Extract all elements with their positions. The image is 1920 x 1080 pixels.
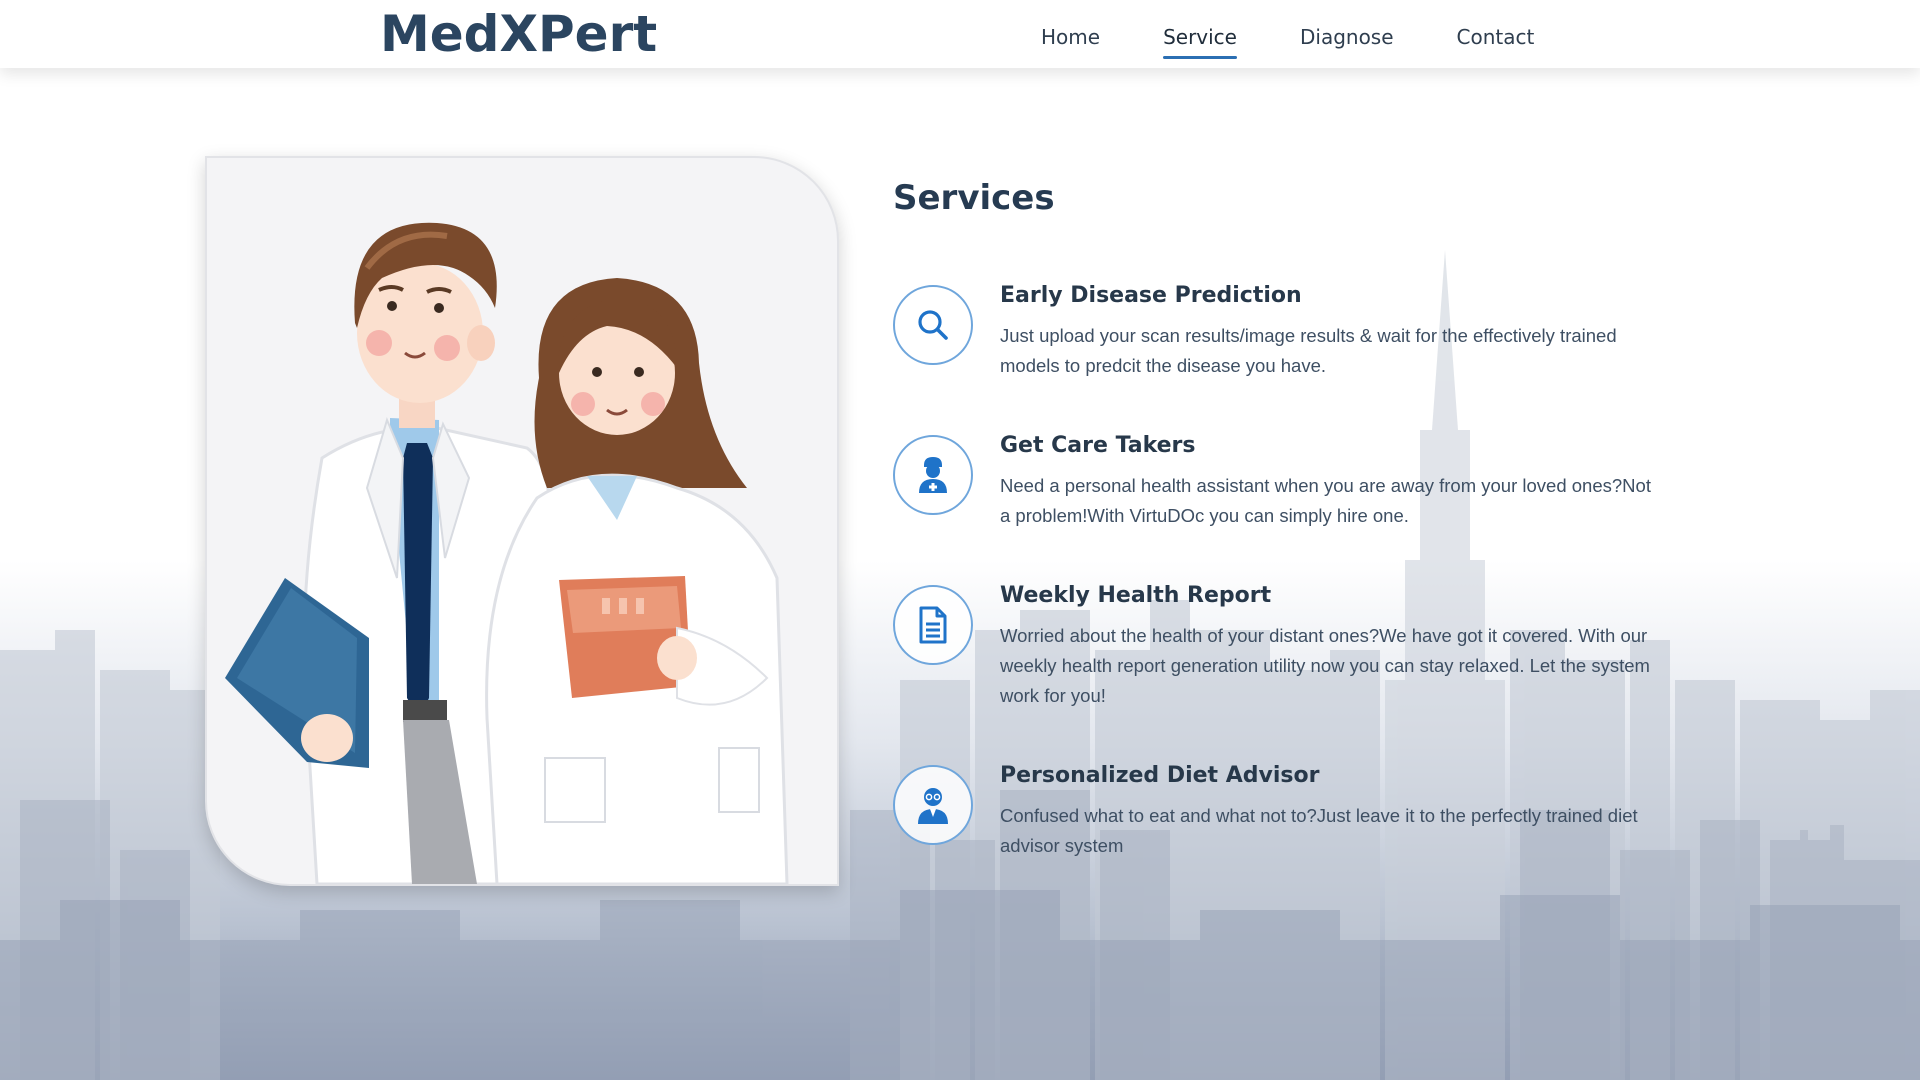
nav-service-link[interactable]: Service [1137, 0, 1263, 68]
service-heading: Get Care Takers [1000, 433, 1196, 458]
service-heading: Personalized Diet Advisor [1000, 763, 1320, 788]
service-text: Get Care Takers Need a personal health a… [1000, 431, 1660, 531]
nav-home-link[interactable]: Home [1015, 0, 1126, 68]
doctor-icon[interactable] [893, 765, 973, 845]
search-icon[interactable] [893, 285, 973, 365]
service-description: Worried about the health of your distant… [1000, 625, 1650, 706]
page: MedXPert Home Service Diagnose Contact S… [0, 0, 1920, 1080]
nurse-icon[interactable] [893, 435, 973, 515]
nav-diagnose-link[interactable]: Diagnose [1274, 0, 1420, 68]
document-icon[interactable] [893, 585, 973, 665]
service-text: Early Disease Prediction Just upload you… [1000, 281, 1660, 381]
top-navbar: MedXPert Home Service Diagnose Contact [0, 0, 1920, 68]
services-section: Services Early Disease Prediction Just u… [893, 170, 1673, 856]
service-description: Need a personal health assistant when yo… [1000, 475, 1651, 526]
services-title: Services [893, 178, 1055, 218]
service-heading: Early Disease Prediction [1000, 283, 1302, 308]
service-description: Just upload your scan results/image resu… [1000, 325, 1617, 376]
service-text: Personalized Diet Advisor Confused what … [1000, 761, 1660, 861]
nav-contact-link[interactable]: Contact [1431, 0, 1561, 68]
service-text: Weekly Health Report Worried about the h… [1000, 581, 1660, 711]
hero-image-card [205, 156, 839, 886]
main-nav: Home Service Diagnose Contact [1015, 0, 1571, 68]
service-description: Confused what to eat and what not to?Jus… [1000, 805, 1638, 856]
doctors-illustration [225, 222, 789, 884]
service-heading: Weekly Health Report [1000, 583, 1272, 608]
brand-logo[interactable]: MedXPert [380, 5, 657, 63]
